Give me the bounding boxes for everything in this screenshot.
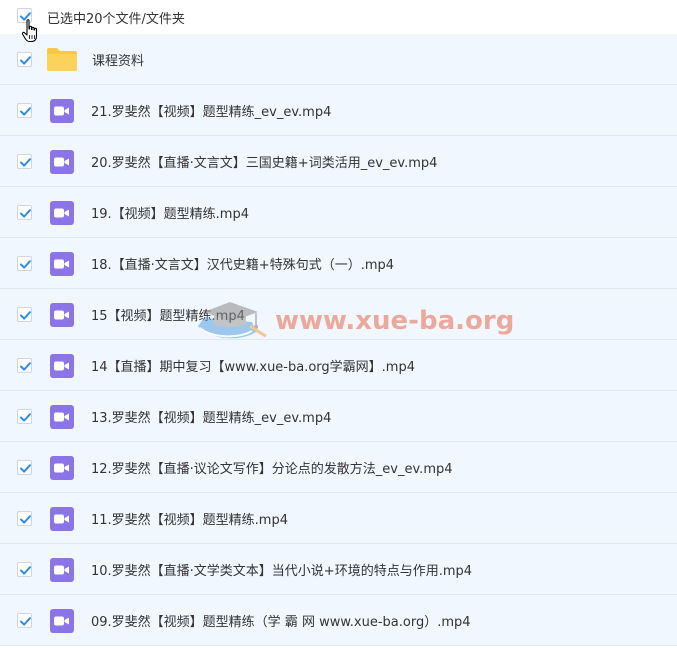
checkmark-icon [20,209,31,218]
folder-icon [47,48,77,71]
checkmark-icon [20,311,31,320]
video-file-icon [50,252,74,276]
item-checkbox[interactable] [17,511,32,526]
video-file-icon [50,99,74,123]
file-browser: 已选中20个文件/文件夹 课程资料 21.罗斐然【视频】题型精练_ev_ev.m… [0,0,677,648]
item-name[interactable]: 20.罗斐然【直播·文言文】三国史籍+词类活用_ev_ev.mp4 [91,152,437,171]
list-item[interactable]: 10.罗斐然【直播·文学类文本】当代小说+环境的特点与作用.mp4 [0,544,677,595]
checkmark-icon [20,413,31,422]
item-name[interactable]: 09.罗斐然【视频】题型精练（学 霸 网 www.xue-ba.org）.mp4 [91,611,471,630]
list-item[interactable]: 15【视频】题型精练.mp4 [0,289,677,340]
list-item[interactable]: 11.罗斐然【视频】题型精练.mp4 [0,493,677,544]
item-checkbox[interactable] [17,307,32,322]
item-checkbox[interactable] [17,409,32,424]
item-name[interactable]: 12.罗斐然【直播·议论文写作】分论点的发散方法_ev_ev.mp4 [91,458,453,477]
list-item[interactable]: 12.罗斐然【直播·议论文写作】分论点的发散方法_ev_ev.mp4 [0,442,677,493]
checkmark-icon [20,56,31,65]
checkmark-icon [20,617,31,626]
selection-count-label: 已选中20个文件/文件夹 [47,12,185,27]
file-list: 课程资料 21.罗斐然【视频】题型精练_ev_ev.mp4 20.罗斐然【直播·… [0,34,677,646]
checkmark-icon [20,515,31,524]
item-name[interactable]: 15【视频】题型精练.mp4 [91,305,245,324]
video-file-icon [50,456,74,480]
item-name[interactable]: 11.罗斐然【视频】题型精练.mp4 [91,509,288,528]
video-file-icon [50,405,74,429]
checkmark-icon [20,107,31,116]
video-file-icon [50,609,74,633]
list-item[interactable]: 19.【视频】题型精练.mp4 [0,187,677,238]
list-item[interactable]: 09.罗斐然【视频】题型精练（学 霸 网 www.xue-ba.org）.mp4 [0,595,677,646]
selection-header: 已选中20个文件/文件夹 [0,0,677,43]
checkmark-icon [20,158,31,167]
list-item[interactable]: 18.【直播·文言文】汉代史籍+特殊句式（一）.mp4 [0,238,677,289]
hand-pointer-cursor-icon [21,19,38,43]
item-name[interactable]: 19.【视频】题型精练.mp4 [91,203,249,222]
list-item[interactable]: 21.罗斐然【视频】题型精练_ev_ev.mp4 [0,85,677,136]
item-name[interactable]: 10.罗斐然【直播·文学类文本】当代小说+环境的特点与作用.mp4 [91,560,472,579]
item-checkbox[interactable] [17,205,32,220]
item-checkbox[interactable] [17,358,32,373]
item-name[interactable]: 14【直播】期中复习【www.xue-ba.org学霸网】.mp4 [91,356,415,375]
item-checkbox[interactable] [17,52,32,67]
item-checkbox[interactable] [17,613,32,628]
item-checkbox[interactable] [17,562,32,577]
item-name[interactable]: 18.【直播·文言文】汉代史籍+特殊句式（一）.mp4 [91,254,394,273]
item-name[interactable]: 21.罗斐然【视频】题型精练_ev_ev.mp4 [91,101,331,120]
checkmark-icon [20,566,31,575]
item-checkbox[interactable] [17,154,32,169]
item-checkbox[interactable] [17,256,32,271]
list-item[interactable]: 14【直播】期中复习【www.xue-ba.org学霸网】.mp4 [0,340,677,391]
checkmark-icon [20,260,31,269]
checkmark-icon [20,464,31,473]
checkmark-icon [20,362,31,371]
video-file-icon [50,201,74,225]
video-file-icon [50,150,74,174]
item-checkbox[interactable] [17,103,32,118]
list-item[interactable]: 课程资料 [0,34,677,85]
item-name[interactable]: 13.罗斐然【视频】题型精练_ev_ev.mp4 [91,407,331,426]
video-file-icon [50,507,74,531]
video-file-icon [50,354,74,378]
list-item[interactable]: 20.罗斐然【直播·文言文】三国史籍+词类活用_ev_ev.mp4 [0,136,677,187]
item-name[interactable]: 课程资料 [92,50,144,69]
list-item[interactable]: 13.罗斐然【视频】题型精练_ev_ev.mp4 [0,391,677,442]
video-file-icon [50,558,74,582]
item-checkbox[interactable] [17,460,32,475]
video-file-icon [50,303,74,327]
